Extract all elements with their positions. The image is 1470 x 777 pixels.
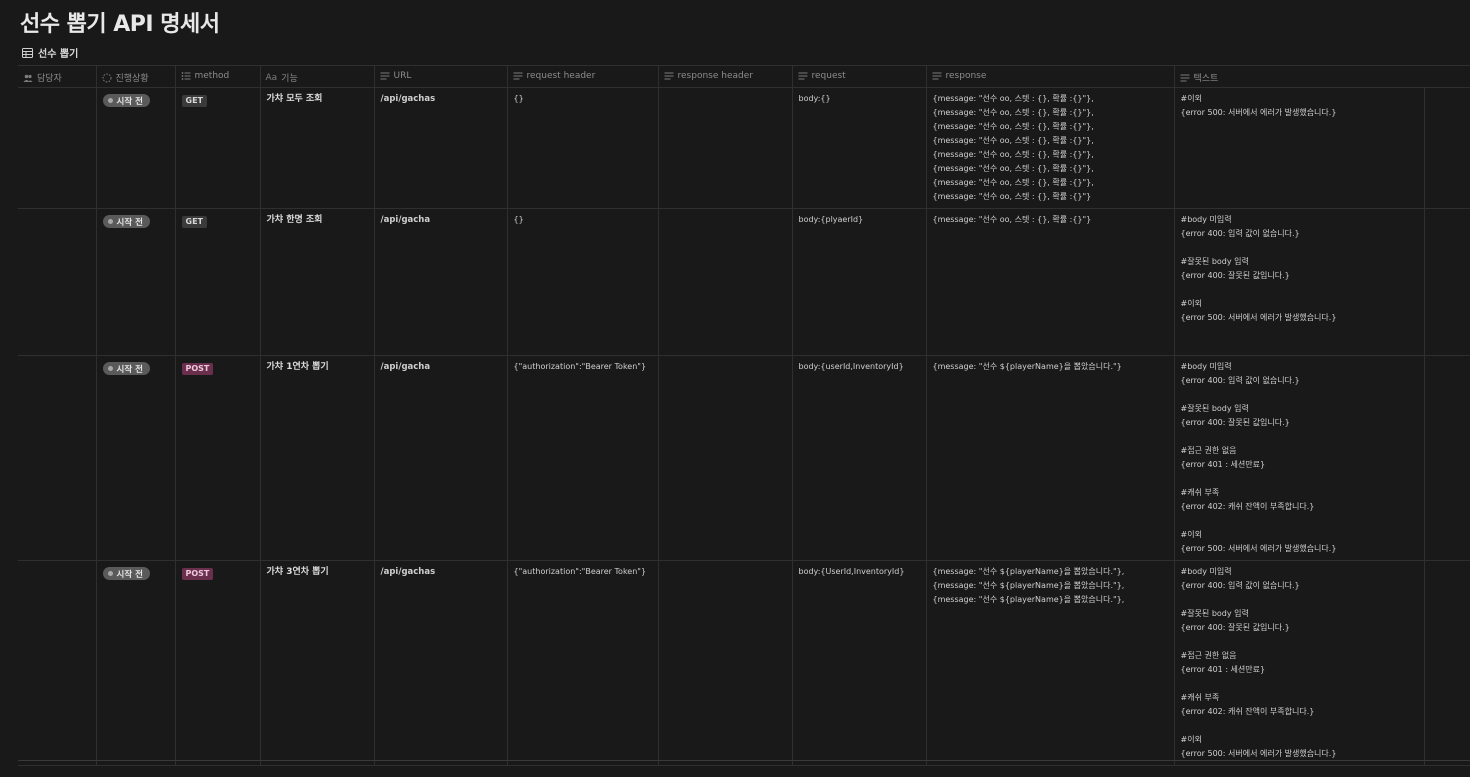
method-tag[interactable]: GET	[181, 216, 207, 228]
page: 선수 뽑기 API 명세서 선수 뽑기 담당자 진행상황 method Aa 기…	[0, 0, 1470, 777]
view-tab-table[interactable]: 선수 뽑기	[22, 45, 78, 60]
table-row[interactable]: 시작 전 GET 가챠 모두 조회 /api/gachas {} body:{}…	[18, 87, 1470, 209]
column-header-request[interactable]: request	[792, 65, 927, 88]
cell-empty[interactable]	[1424, 355, 1470, 561]
cell-method[interactable]: GET	[175, 87, 261, 209]
table-icon	[22, 47, 33, 58]
cell-request-header[interactable]: {"authorization":"Bearer Token"}	[507, 355, 659, 561]
cell-request[interactable]: body:{UserId,InventoryId}	[792, 560, 927, 766]
cell-empty[interactable]	[1424, 87, 1470, 209]
table-row[interactable]: 시작 전 POST 가챠 3연차 뽑기 /api/gachas {"author…	[18, 560, 1470, 766]
people-icon	[23, 73, 33, 83]
table-header-row: 담당자 진행상황 method Aa 기능 URL request header…	[18, 65, 1470, 88]
cell-assignee[interactable]	[18, 355, 97, 561]
table-row[interactable]: 시작 전 POST 가챠 1연차 뽑기 /api/gacha {"authori…	[18, 355, 1470, 561]
cell-status[interactable]: 시작 전	[96, 208, 176, 356]
method-tag[interactable]: POST	[181, 363, 214, 375]
cell-response-header[interactable]	[658, 87, 793, 209]
cell-text[interactable]: #body 미입력 {error 400: 입력 값이 없습니다.} #잘못된 …	[1174, 560, 1425, 766]
cell-response-header[interactable]	[658, 355, 793, 561]
status-badge[interactable]: 시작 전	[102, 94, 150, 107]
column-header-url[interactable]: URL	[374, 65, 508, 88]
view-tab-label: 선수 뽑기	[38, 49, 79, 60]
status-dot-icon	[107, 366, 113, 371]
cell-method[interactable]: POST	[175, 560, 261, 766]
status-dot-icon	[107, 219, 113, 224]
status-dot-icon	[107, 98, 113, 103]
status-icon	[102, 73, 112, 83]
feature-title[interactable]: 가챠 모두 조회	[261, 88, 374, 110]
column-header-response[interactable]: response	[926, 65, 1175, 88]
column-header-text[interactable]: 텍스트	[1174, 65, 1470, 88]
cell-empty[interactable]	[1424, 208, 1470, 356]
cell-feature[interactable]: 가챠 3연차 뽑기	[260, 560, 375, 766]
cell-empty[interactable]	[1424, 560, 1470, 766]
text-icon	[380, 71, 390, 81]
cell-request[interactable]: body:{}	[792, 87, 927, 209]
cell-text[interactable]: #body 미입력 {error 400: 입력 값이 없습니다.} #잘못된 …	[1174, 208, 1425, 356]
cell-feature[interactable]: 가챠 모두 조회	[260, 87, 375, 209]
method-tag[interactable]: GET	[181, 95, 207, 107]
cell-method[interactable]: GET	[175, 208, 261, 356]
cell-response[interactable]: {message: "선수 ${playerName}을 뽑았습니다."}, {…	[926, 560, 1175, 766]
cell-response-header[interactable]	[658, 208, 793, 356]
column-header-method[interactable]: method	[175, 65, 261, 88]
text-icon	[798, 71, 808, 81]
column-header-request-header[interactable]: request header	[507, 65, 659, 88]
cell-request[interactable]: body:{userId,InventoryId}	[792, 355, 927, 561]
page-title: 선수 뽑기 API 명세서	[20, 12, 220, 37]
column-header-status[interactable]: 진행상황	[96, 65, 176, 88]
cell-status[interactable]: 시작 전	[96, 87, 176, 209]
list-icon	[181, 71, 191, 81]
cell-request-header[interactable]: {}	[507, 87, 659, 209]
cell-assignee[interactable]	[18, 87, 97, 209]
column-header-assignee[interactable]: 담당자	[18, 65, 97, 88]
text-icon	[1180, 73, 1190, 83]
cell-url[interactable]: /api/gacha	[374, 208, 508, 356]
feature-title[interactable]: 가챠 3연차 뽑기	[261, 561, 374, 583]
title-icon: Aa	[265, 72, 278, 83]
table-row[interactable]: 시작 전 GET 가챠 한명 조회 /api/gacha {} body:{pl…	[18, 208, 1470, 356]
cell-url[interactable]: /api/gachas	[374, 87, 508, 209]
status-badge[interactable]: 시작 전	[102, 567, 150, 580]
status-badge[interactable]: 시작 전	[102, 215, 150, 228]
cell-response[interactable]: {message: "선수 oo, 스텟 : {}, 확률 :{}"}, {me…	[926, 87, 1175, 209]
cell-text[interactable]: #body 미입력 {error 400: 입력 값이 없습니다.} #잘못된 …	[1174, 355, 1425, 561]
column-header-response-header[interactable]: response header	[658, 65, 793, 88]
cell-response[interactable]: {message: "선수 oo, 스텟 : {}, 확률 :{}"}	[926, 208, 1175, 356]
cell-request-header[interactable]: {"authorization":"Bearer Token"}	[507, 560, 659, 766]
database-table: 담당자 진행상황 method Aa 기능 URL request header…	[18, 65, 1470, 766]
cell-status[interactable]: 시작 전	[96, 355, 176, 561]
feature-title[interactable]: 가챠 1연차 뽑기	[261, 356, 374, 378]
method-tag[interactable]: POST	[181, 568, 214, 580]
table-bottom-divider	[18, 760, 1470, 761]
text-icon	[513, 71, 523, 81]
cell-url[interactable]: /api/gachas	[374, 560, 508, 766]
column-header-feature[interactable]: Aa 기능	[260, 65, 375, 88]
text-icon	[932, 71, 942, 81]
cell-request[interactable]: body:{plyaerId}	[792, 208, 927, 356]
cell-text[interactable]: #이외 {error 500: 서버에서 에러가 발생했습니다.}	[1174, 87, 1425, 209]
cell-url[interactable]: /api/gacha	[374, 355, 508, 561]
cell-method[interactable]: POST	[175, 355, 261, 561]
cell-feature[interactable]: 가챠 한명 조회	[260, 208, 375, 356]
cell-request-header[interactable]: {}	[507, 208, 659, 356]
status-badge[interactable]: 시작 전	[102, 362, 150, 375]
cell-status[interactable]: 시작 전	[96, 560, 176, 766]
cell-response[interactable]: {message: "선수 ${playerName}을 뽑았습니다."}	[926, 355, 1175, 561]
text-icon	[664, 71, 674, 81]
cell-assignee[interactable]	[18, 560, 97, 766]
cell-assignee[interactable]	[18, 208, 97, 356]
status-dot-icon	[107, 571, 113, 576]
feature-title[interactable]: 가챠 한명 조회	[261, 209, 374, 231]
cell-response-header[interactable]	[658, 560, 793, 766]
cell-feature[interactable]: 가챠 1연차 뽑기	[260, 355, 375, 561]
